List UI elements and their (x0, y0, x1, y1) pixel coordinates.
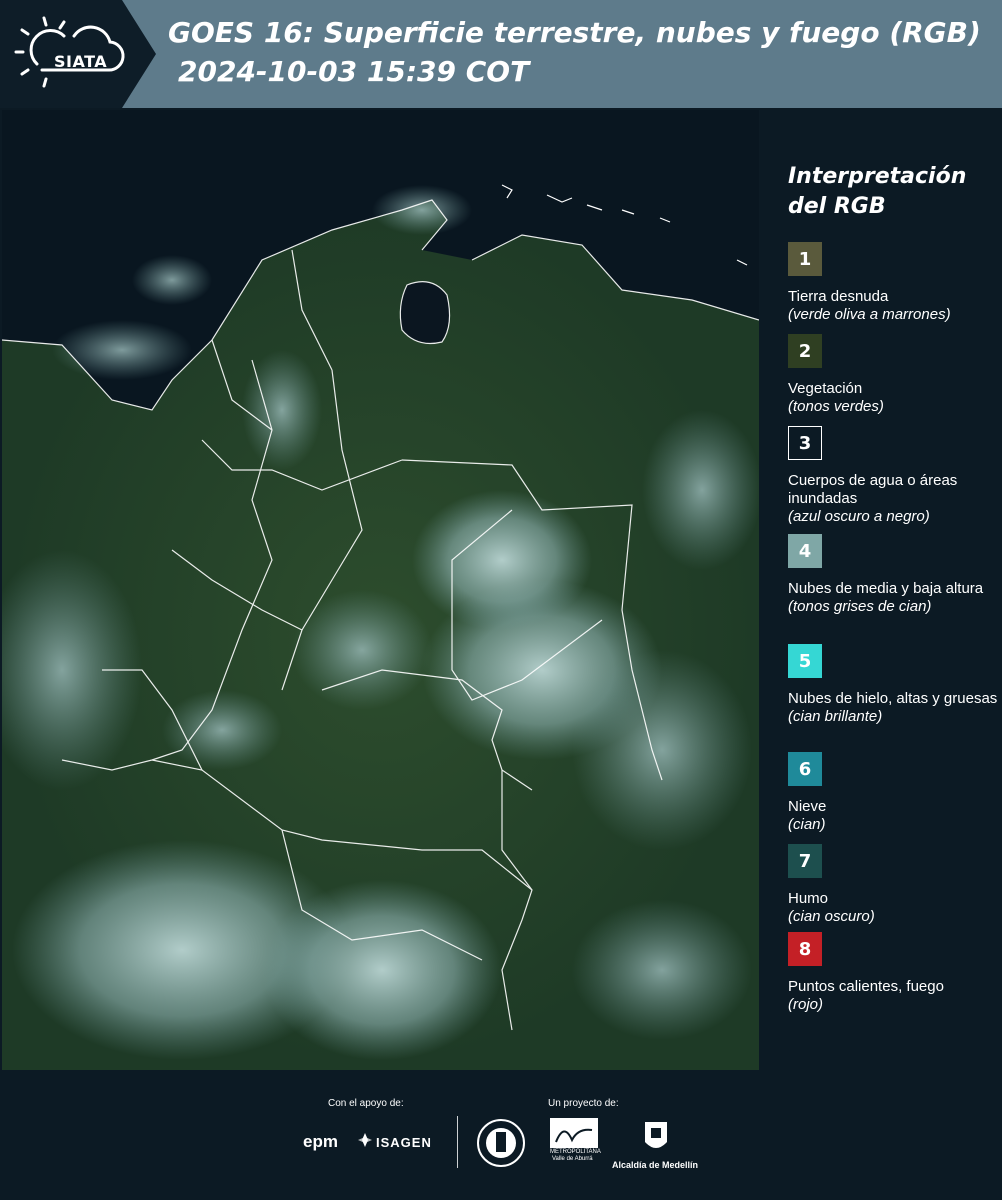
legend-item-bare-soil: 1 Tierra desnuda (verde oliva a marrones… (788, 242, 998, 324)
university-seal-icon (476, 1118, 526, 1172)
area-script-icon (550, 1118, 598, 1148)
legend-swatch: 3 (788, 426, 822, 460)
header-bar: SIATA GOES 16: Superficie terrestre, nub… (0, 0, 1002, 108)
alcaldia-logo-text: Alcaldía de Medellín (612, 1160, 699, 1170)
area-metropolitana-logo: METROPOLITANA Valle de Aburrá (550, 1118, 601, 1162)
legend-item-ice-clouds: 5 Nubes de hielo, altas y gruesas (cian … (788, 644, 998, 726)
legend-item-water: 3 Cuerpos de agua o áreas inundadas (azu… (788, 426, 998, 526)
siata-logo-text: SIATA (54, 52, 108, 71)
legend-note: (azul oscuro a negro) (788, 508, 930, 525)
footer-divider (457, 1116, 458, 1168)
legend-label: Humo (788, 890, 829, 907)
footer: Con el apoyo de: Un proyecto de: epm ISA… (0, 1070, 1002, 1200)
page-title: GOES 16: Superficie terrestre, nubes y f… (168, 16, 981, 49)
legend-swatch: 5 (788, 644, 822, 678)
epm-logo: epm (303, 1132, 338, 1151)
area-line1: METROPOLITANA (550, 1149, 601, 1155)
rgb-legend: Interpretación del RGB 1 Tierra desnuda … (762, 110, 1002, 1070)
legend-label: Tierra desnuda (788, 288, 889, 305)
legend-label: Puntos calientes, fuego (788, 978, 944, 995)
legend-item-fire: 8 Puntos calientes, fuego (rojo) (788, 932, 998, 1014)
lake-area (400, 281, 450, 344)
legend-label: Vegetación (788, 380, 863, 397)
legend-swatch: 6 (788, 752, 822, 786)
legend-note: (cian brillante) (788, 708, 883, 725)
legend-swatch: 7 (788, 844, 822, 878)
legend-item-snow: 6 Nieve (cian) (788, 752, 998, 834)
satellite-rgb-image (2, 110, 759, 1070)
legend-swatch: 2 (788, 334, 822, 368)
legend-item-vegetation: 2 Vegetación (tonos verdes) (788, 334, 998, 416)
legend-item-smoke: 7 Humo (cian oscuro) (788, 844, 998, 926)
legend-label: Nubes de hielo, altas y gruesas (788, 690, 998, 707)
legend-label: Cuerpos de agua o áreas inundadas (788, 472, 958, 507)
legend-swatch: 4 (788, 534, 822, 568)
legend-note: (verde oliva a marrones) (788, 306, 951, 323)
legend-note: (cian oscuro) (788, 908, 875, 925)
siata-logo: SIATA (12, 12, 127, 96)
isagen-icon (357, 1132, 373, 1152)
legend-swatch: 1 (788, 242, 822, 276)
legend-title: Interpretación del RGB (788, 164, 967, 219)
coat-of-arms-icon (643, 1118, 669, 1160)
image-datetime: 2024-10-03 15:39 COT (178, 55, 530, 88)
legend-swatch: 8 (788, 932, 822, 966)
legend-note: (tonos grises de cian) (788, 598, 932, 615)
satellite-map (2, 110, 759, 1070)
legend-note: (cian) (788, 816, 826, 833)
support-label: Con el apoyo de: (328, 1098, 404, 1109)
project-label: Un proyecto de: (548, 1098, 619, 1109)
legend-label: Nubes de media y baja altura (788, 580, 984, 597)
legend-note: (tonos verdes) (788, 398, 884, 415)
area-line2: Valle de Aburrá (552, 1156, 593, 1162)
legend-item-low-clouds: 4 Nubes de media y baja altura (tonos gr… (788, 534, 998, 616)
legend-label: Nieve (788, 798, 827, 815)
isagen-logo: ISAGEN (376, 1135, 432, 1150)
legend-note: (rojo) (788, 996, 824, 1013)
